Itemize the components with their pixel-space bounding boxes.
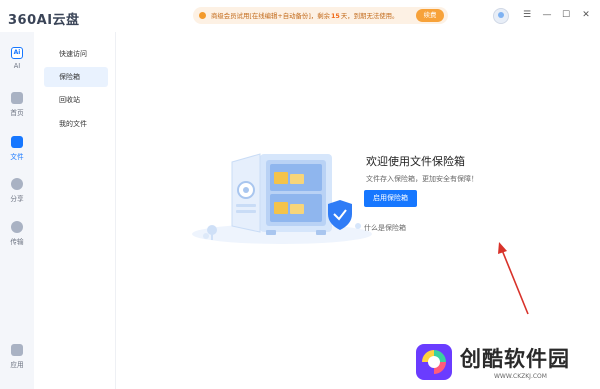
transfer-icon [11, 221, 23, 233]
avatar[interactable] [493, 8, 509, 24]
watermark-logo-icon [416, 344, 452, 380]
rail-label-transfer: 传输 [10, 238, 24, 246]
rail-label-share: 分享 [10, 195, 24, 203]
rail-label-apps: 应用 [10, 361, 24, 369]
left-rail: Ai AI 首页 文件 分享 传输 应用 [0, 32, 34, 389]
subnav-item-quick-access[interactable]: 快速访问 [44, 44, 108, 64]
rail-item-transfer[interactable]: 传输 [0, 221, 34, 246]
main-content: 欢迎使用文件保险箱 文件存入保险箱，更加安全有保障！ 启用保险箱 什么是保险箱 [116, 32, 600, 389]
rail-label-files: 文件 [10, 153, 24, 161]
site-watermark: 创酷软件园 WWW.CKZKJ.COM [414, 340, 594, 386]
subnav-item-vault[interactable]: 保险箱 [44, 67, 108, 87]
subnav-item-my-files[interactable]: 我的文件 [44, 114, 108, 134]
app-logo: 360AI云盘 [8, 9, 80, 28]
share-icon [11, 178, 23, 190]
close-icon[interactable]: ✕ [581, 10, 591, 20]
safe-illustration [192, 153, 372, 244]
menu-icon[interactable]: ☰ [522, 10, 532, 20]
ai-icon: Ai [11, 47, 23, 59]
watermark-title: 创酷软件园 [460, 347, 570, 371]
folder-icon [11, 136, 23, 148]
rail-item-share[interactable]: 分享 [0, 178, 34, 203]
file-subnav: 快速访问 保险箱 回收站 我的文件 [34, 32, 116, 389]
rail-item-apps[interactable]: 应用 [0, 344, 34, 369]
vault-welcome-title: 欢迎使用文件保险箱 [366, 155, 465, 168]
trial-days: 15 [330, 12, 340, 20]
trial-text-before: 商级会员试用[在线编辑+自动备份]，剩余 [211, 12, 330, 20]
trial-text-after: 天，到期无法使用。 [340, 12, 399, 20]
app-logo-text: 360AI云盘 [8, 13, 80, 28]
subnav-item-recycle-bin[interactable]: 回收站 [44, 90, 108, 110]
rail-item-ai[interactable]: Ai AI [0, 47, 34, 70]
rail-item-home[interactable]: 首页 [0, 92, 34, 117]
what-is-vault-link[interactable]: 什么是保险箱 [364, 223, 406, 233]
enable-vault-button[interactable]: 启用保险箱 [364, 190, 417, 207]
trial-text: 商级会员试用[在线编辑+自动备份]，剩余15天，到期无法使用。 [211, 11, 398, 20]
info-icon [199, 12, 206, 19]
rail-label-ai: AI [13, 62, 21, 70]
vault-welcome-subtitle: 文件存入保险箱，更加安全有保障！ [366, 175, 478, 183]
home-icon [11, 92, 23, 104]
renew-button[interactable]: 续费 [416, 9, 444, 22]
maximize-icon[interactable]: ☐ [561, 10, 571, 20]
rail-label-home: 首页 [10, 109, 24, 117]
trial-banner: 商级会员试用[在线编辑+自动备份]，剩余15天，到期无法使用。 续费 [193, 7, 448, 24]
watermark-url: WWW.CKZKJ.COM [494, 373, 547, 380]
title-bar: 360AI云盘 商级会员试用[在线编辑+自动备份]，剩余15天，到期无法使用。 … [0, 0, 600, 32]
minimize-icon[interactable]: — [542, 10, 552, 20]
apps-icon [11, 344, 23, 356]
red-arrow-annotation [498, 242, 529, 315]
rail-item-files[interactable]: 文件 [0, 136, 34, 161]
